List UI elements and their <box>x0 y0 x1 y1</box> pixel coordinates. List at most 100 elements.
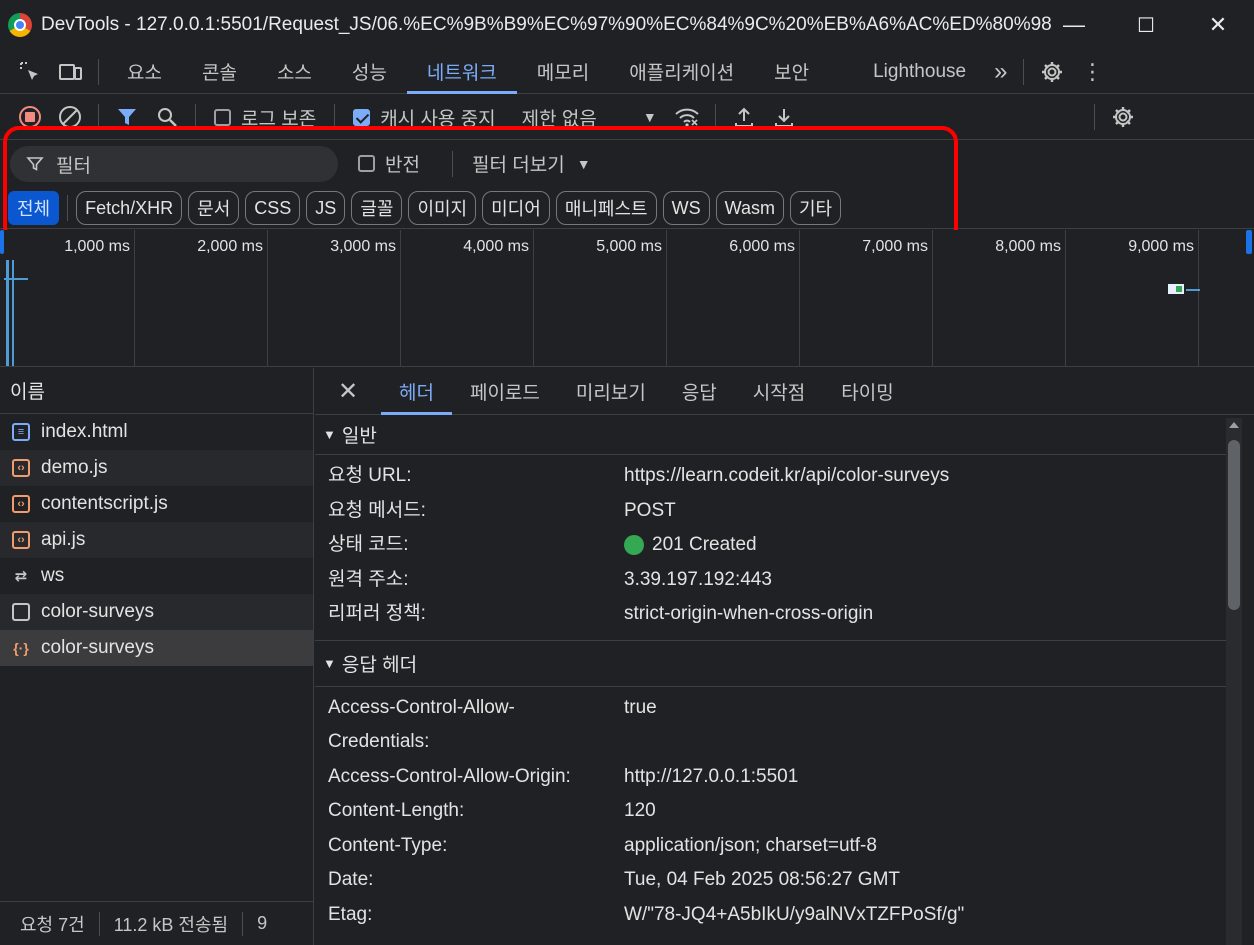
export-har-download-icon[interactable] <box>764 95 804 140</box>
header-value: true <box>624 696 657 718</box>
request-row[interactable]: ‹› contentscript.js <box>0 486 313 522</box>
name-column-header[interactable]: 이름 <box>0 368 313 414</box>
header-row: Etag: W/"78-JQ4+A5bIkU/y9alNVxTZFPoSf/g" <box>315 898 1226 933</box>
chip-doc[interactable]: 문서 <box>188 191 240 225</box>
chip-fetch-xhr[interactable]: Fetch/XHR <box>76 191 183 225</box>
import-har-upload-icon[interactable] <box>724 95 764 140</box>
close-window-button[interactable]: ✕ <box>1182 0 1254 50</box>
chip-img[interactable]: 이미지 <box>408 191 477 225</box>
more-tabs-button[interactable]: » <box>986 50 1015 94</box>
timeline-column: 5,000 ms <box>534 230 667 366</box>
preserve-log-label: 로그 보존 <box>241 108 317 130</box>
tab-response[interactable]: 응답 <box>664 368 735 415</box>
request-name: ws <box>41 565 65 586</box>
network-settings-gear-icon[interactable] <box>1103 95 1143 140</box>
tab-preview[interactable]: 미리보기 <box>558 368 664 415</box>
timeline-label: 1,000 ms <box>64 238 130 255</box>
request-row[interactable]: ‹› demo.js <box>0 450 313 486</box>
preserve-log-checkbox[interactable]: 로그 보존 <box>214 104 316 131</box>
header-key: 원격 주소: <box>328 568 409 590</box>
chip-font[interactable]: 글꼴 <box>351 191 403 225</box>
tab-application[interactable]: 애플리케이션 <box>609 50 754 94</box>
chip-media[interactable]: 미디어 <box>482 191 550 225</box>
header-row: Credentials: <box>315 725 1226 760</box>
tab-performance[interactable]: 성능 <box>332 50 407 94</box>
tab-initiator[interactable]: 시작점 <box>735 368 823 415</box>
header-value: application/json; charset=utf-8 <box>624 834 877 856</box>
inspect-element-icon[interactable] <box>10 50 50 94</box>
status-code-text: 201 Created <box>652 534 757 555</box>
timeline-right-handle[interactable] <box>1246 230 1252 254</box>
timeline-label: 6,000 ms <box>729 238 795 255</box>
tab-network[interactable]: 네트워크 <box>406 50 517 94</box>
status-code-value: 201 Created <box>624 528 757 563</box>
request-row[interactable]: ‹› api.js <box>0 522 313 558</box>
chip-js[interactable]: JS <box>306 191 346 225</box>
chip-other[interactable]: 기타 <box>789 191 842 225</box>
request-name: api.js <box>41 529 86 550</box>
tab-console[interactable]: 콘솔 <box>182 50 257 94</box>
request-row[interactable]: ⇄ ws <box>0 558 313 594</box>
general-section-header[interactable]: ▼ 일반 <box>315 415 1226 455</box>
maximize-button[interactable]: ☐ <box>1110 0 1182 50</box>
timeline-label: 9,000 ms <box>1128 238 1194 255</box>
timeline-column: 2,000 ms <box>135 230 268 366</box>
timeline-request-bar <box>4 278 28 280</box>
toolbar-divider-4 <box>714 104 716 130</box>
general-section-title: 일반 <box>341 426 377 447</box>
chip-ws[interactable]: WS <box>662 191 710 225</box>
tab-memory[interactable]: 메모리 <box>517 50 609 94</box>
throttling-select[interactable]: 제한 없음 ▼ <box>522 104 657 131</box>
more-filters-dropdown[interactable]: 필터 더보기 ▼ <box>472 150 591 177</box>
settings-gear-icon[interactable] <box>1032 50 1072 94</box>
clear-icon[interactable] <box>50 95 90 140</box>
filter-funnel-icon[interactable] <box>107 95 147 140</box>
chip-manifest[interactable]: 매니페스트 <box>555 191 657 225</box>
header-row: 요청 URL: https://learn.codeit.kr/api/color… <box>315 459 1226 494</box>
header-value: 120 <box>624 800 656 821</box>
scroll-thumb[interactable] <box>1228 440 1240 610</box>
kebab-menu-icon[interactable]: ⋮ <box>1072 50 1112 94</box>
header-key: Etag: <box>328 903 373 925</box>
tab-sources[interactable]: 소스 <box>257 50 332 94</box>
record-stop-icon[interactable] <box>10 95 50 140</box>
filter-bar: 필터 반전 필터 더보기 ▼ 전체 Fetch/XHR 문서 CSS JS 글꼴… <box>0 141 1254 229</box>
tab-timing[interactable]: 타이밍 <box>823 368 911 415</box>
request-row-selected[interactable]: {·} color-surveys <box>0 630 313 666</box>
device-toolbar-icon[interactable] <box>50 50 90 94</box>
timeline-column: 8,000 ms <box>933 230 1066 366</box>
header-key: Content-Length: <box>328 800 465 821</box>
minimize-button[interactable]: — <box>1038 0 1110 50</box>
tab-lighthouse[interactable]: Lighthouse <box>853 50 986 94</box>
request-row[interactable]: color-surveys <box>0 594 313 630</box>
disable-cache-checkbox[interactable]: 캐시 사용 중지 <box>353 104 496 131</box>
triangle-down-icon: ▼ <box>323 427 336 442</box>
invert-checkbox[interactable]: 반전 <box>358 150 420 177</box>
response-headers-section-header[interactable]: ▼ 응답 헤더 <box>315 640 1226 687</box>
chip-all[interactable]: 전체 <box>8 191 60 225</box>
chip-wasm[interactable]: Wasm <box>715 191 784 225</box>
tab-payload[interactable]: 페이로드 <box>452 368 558 415</box>
timeline-overview[interactable]: 1,000 ms 2,000 ms 3,000 ms 4,000 ms 5,00… <box>0 230 1254 367</box>
close-details-icon[interactable]: ✕ <box>315 368 381 415</box>
request-rows: ≡ index.html ‹› demo.js ‹› contentscript… <box>0 414 313 666</box>
scroll-up-arrow-icon[interactable] <box>1229 422 1239 428</box>
filter-input[interactable]: 필터 <box>10 146 338 182</box>
request-details-panel: ✕ 헤더 페이로드 미리보기 응답 시작점 타이밍 ▼ 일반 요청 URL: ht… <box>315 368 1254 945</box>
invert-check-box[interactable] <box>358 155 375 172</box>
tab-headers[interactable]: 헤더 <box>381 368 452 415</box>
disable-cache-check-box[interactable] <box>353 108 371 126</box>
chip-css[interactable]: CSS <box>245 191 301 225</box>
preserve-log-check-box[interactable] <box>214 108 231 126</box>
tab-security[interactable]: 보안 <box>754 50 829 94</box>
network-conditions-wifi-icon[interactable] <box>667 95 707 140</box>
resource-type-chips: 전체 Fetch/XHR 문서 CSS JS 글꼴 이미지 미디어 매니페스트 … <box>8 191 847 225</box>
throttling-value: 제한 없음 <box>521 108 597 130</box>
header-value: 3.39.197.192:443 <box>624 568 772 590</box>
header-row: Date: Tue, 04 Feb 2025 08:56:27 GMT <box>315 863 1226 898</box>
timeline-left-handle[interactable] <box>0 230 4 254</box>
search-icon[interactable] <box>147 95 187 140</box>
request-row[interactable]: ≡ index.html <box>0 414 313 450</box>
tab-elements[interactable]: 요소 <box>107 50 182 94</box>
details-scrollbar[interactable] <box>1226 418 1242 945</box>
